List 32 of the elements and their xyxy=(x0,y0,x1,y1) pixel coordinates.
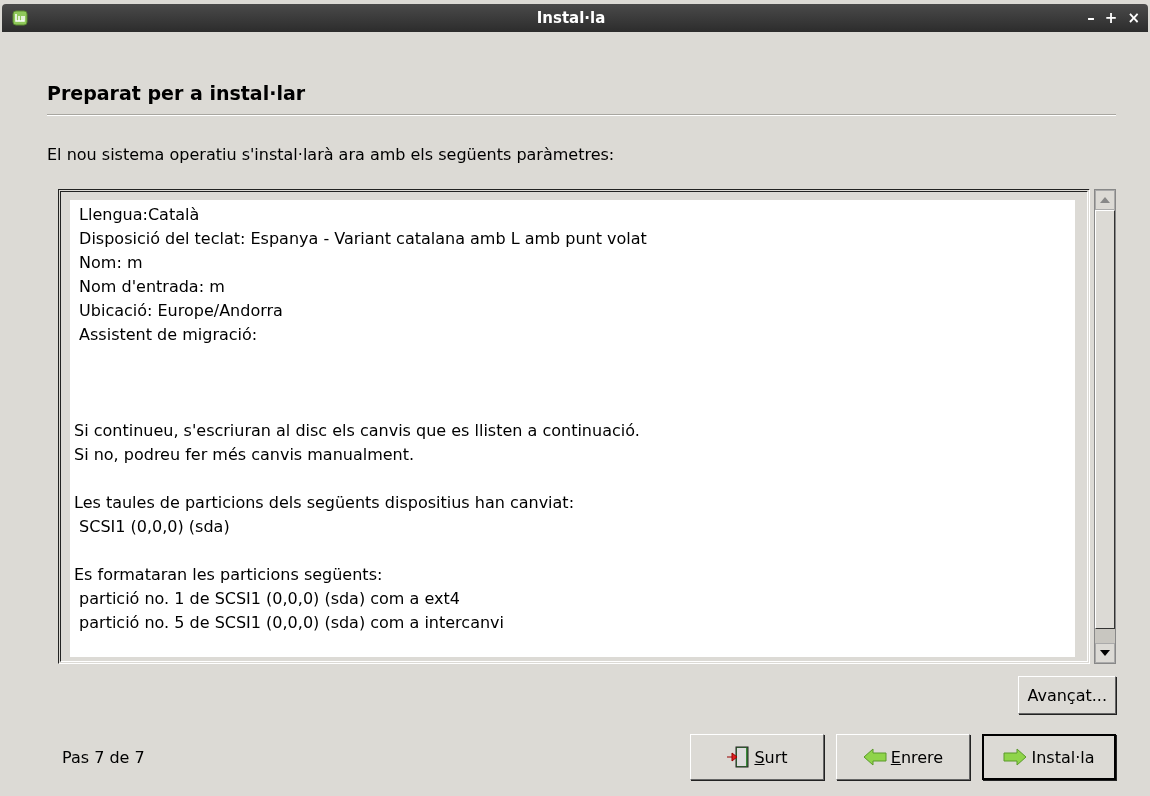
advanced-button[interactable]: Avançat... xyxy=(1018,676,1116,714)
exit-door-icon xyxy=(726,746,751,768)
window-control-button[interactable]: – xyxy=(1087,9,1095,27)
summary-line: Disposició del teclat: Espanya - Variant catalana amb L amb punt volat xyxy=(78,228,648,250)
summary-line: partició no. 1 de SCSI1 (0,0,0) (sda) com a ext4 xyxy=(78,588,461,610)
left-arrow-icon xyxy=(862,747,887,767)
summary-line: partició no. 5 de SCSI1 (0,0,0) (sda) com a intercanvi xyxy=(78,612,505,634)
install-button[interactable]: Instal·la xyxy=(982,734,1116,780)
summary-line: Nom: m xyxy=(78,252,144,274)
intro-text: El nou sistema operatiu s'instal·larà ara amb els següents paràmetres: xyxy=(47,145,616,164)
summary-line: Nom d'entrada: m xyxy=(78,276,226,298)
summary-line: Si no, podreu fer més canvis manualment. xyxy=(74,444,416,466)
window-title: Instal·la xyxy=(536,9,606,27)
summary-line: SCSI1 (0,0,0) (sda) xyxy=(78,516,231,538)
summary-line: Si continueu, s'escriuran al disc els canvis que es llisten a continuació. xyxy=(74,420,641,442)
scroll-down-icon[interactable] xyxy=(1095,643,1115,663)
summary-line: Es formataran les particions següents: xyxy=(74,564,384,586)
summary-line: Llengua:Català xyxy=(78,204,201,226)
scroll-up-icon[interactable] xyxy=(1095,190,1115,210)
summary-line: Assistent de migració: xyxy=(78,324,259,346)
page-heading: Preparat per a instal·lar xyxy=(47,82,307,104)
summary-line: Les taules de particions dels següents dispositius han canviat: xyxy=(74,492,576,514)
step-label: Pas 7 de 7 xyxy=(62,747,145,767)
window-control-button[interactable]: + xyxy=(1104,9,1118,27)
scrollbar-thumb[interactable] xyxy=(1095,210,1115,629)
summary-line: Ubicació: Europe/Andorra xyxy=(78,300,284,322)
app-logo-icon xyxy=(12,10,28,26)
back-button[interactable]: Enrere xyxy=(836,734,970,780)
window-control-button[interactable]: × xyxy=(1127,9,1140,27)
right-arrow-icon xyxy=(1003,747,1028,767)
quit-button[interactable]: Surt xyxy=(690,734,824,780)
scrollbar[interactable] xyxy=(1094,189,1116,664)
